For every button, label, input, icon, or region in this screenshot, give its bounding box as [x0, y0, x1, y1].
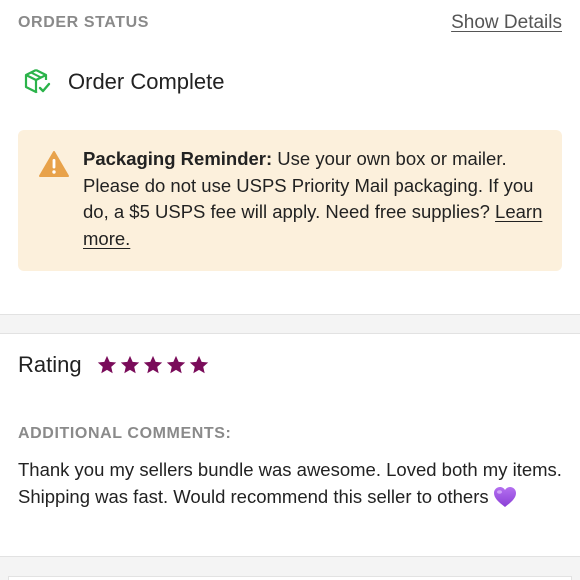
order-status-text: Order Complete	[68, 69, 225, 94]
package-check-icon	[24, 68, 52, 96]
star-icon	[120, 355, 139, 374]
show-details-link[interactable]: Show Details	[451, 12, 562, 34]
star-icon	[143, 355, 162, 374]
comment-body: Thank you my sellers bundle was awesome.…	[18, 459, 562, 507]
section-divider	[0, 314, 580, 334]
purple-heart-icon	[493, 486, 517, 508]
rating-row: Rating	[18, 352, 211, 378]
rating-stars	[96, 354, 211, 376]
warning-icon	[38, 150, 70, 178]
rating-label: Rating	[18, 352, 82, 377]
order-status-section: ORDER STATUS Show Details Order Complete…	[0, 0, 580, 314]
comment-text: Thank you my sellers bundle was awesome.…	[18, 457, 566, 510]
additional-comments-header: ADDITIONAL COMMENTS:	[18, 425, 232, 442]
star-icon	[189, 355, 208, 374]
order-status-row: Order Complete	[24, 68, 225, 96]
star-icon	[166, 355, 185, 374]
rating-section: Rating ADDITIONAL COMMENTS: Thank you my…	[0, 334, 580, 556]
packaging-reminder-notice: Packaging Reminder: Use your own box or …	[18, 130, 562, 271]
order-status-header: ORDER STATUS	[18, 14, 150, 31]
notice-text: Packaging Reminder: Use your own box or …	[83, 146, 548, 252]
star-icon	[97, 355, 116, 374]
notice-title: Packaging Reminder:	[83, 148, 273, 169]
next-section-card	[8, 576, 572, 580]
